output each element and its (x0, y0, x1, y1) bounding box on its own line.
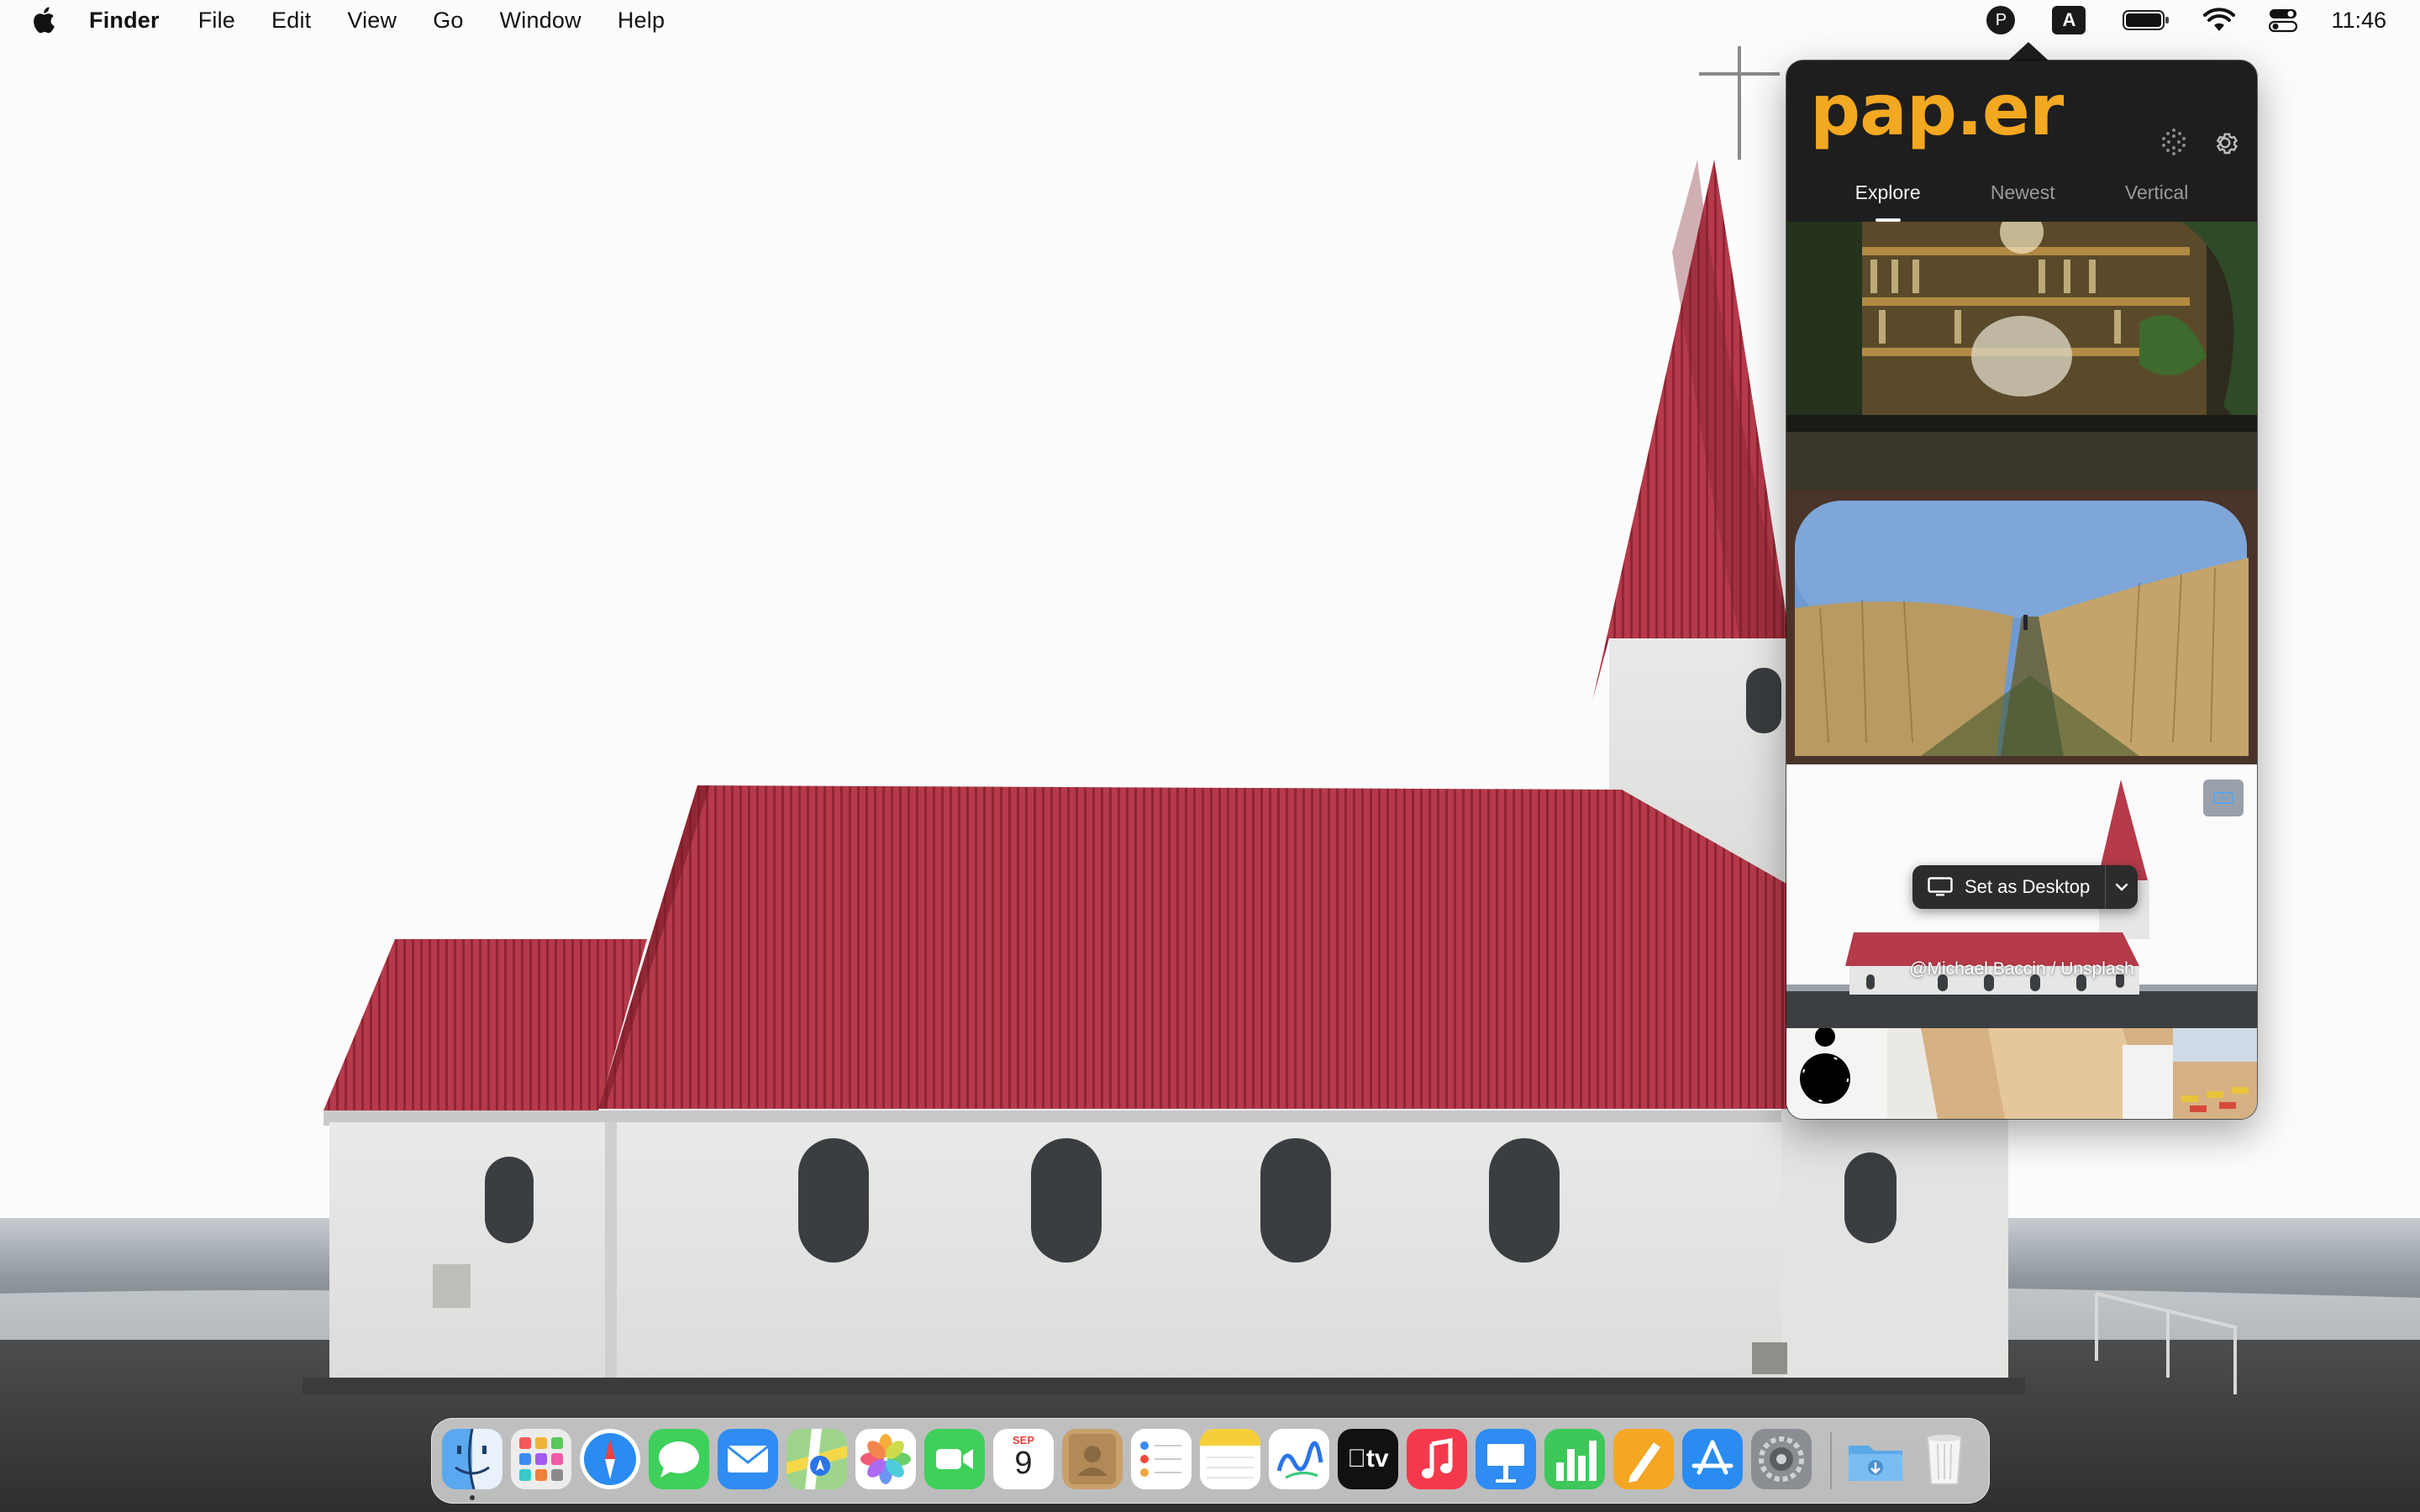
menu-view[interactable]: View (347, 8, 397, 34)
tab-explore[interactable]: Explore (1855, 178, 1921, 220)
set-as-desktop-button[interactable]: Set as Desktop (1912, 865, 2105, 909)
dock-notes[interactable] (1200, 1429, 1260, 1489)
dock-maps[interactable] (786, 1429, 847, 1489)
popover-arrow (2007, 42, 2050, 62)
calendar-day: 9 (1014, 1446, 1033, 1481)
photo-credit[interactable]: @Michael Baccin / Unsplash (1786, 959, 2257, 979)
dock-downloads-folder[interactable] (1845, 1429, 1906, 1489)
paper-popover: pap.er Explore Newest Vertical Set as De… (1786, 60, 2257, 1119)
dock-separator (1830, 1432, 1832, 1489)
menu-file[interactable]: File (198, 8, 235, 34)
control-center-icon[interactable] (2269, 8, 2298, 33)
input-source-letter: A (2062, 9, 2076, 30)
dock-pages[interactable] (1613, 1429, 1674, 1489)
dock-freeform[interactable] (1269, 1429, 1329, 1489)
settings-gear-icon[interactable] (2210, 128, 2240, 158)
monitor-icon (1928, 877, 1953, 896)
paper-status-icon[interactable]: P (1986, 6, 2016, 34)
dock-numbers[interactable] (1544, 1429, 1605, 1489)
dock-music[interactable] (1407, 1429, 1467, 1489)
menu-app-finder[interactable]: Finder (89, 8, 160, 34)
menu-edit[interactable]: Edit (271, 8, 311, 34)
paper-status-letter: P (1995, 10, 2007, 29)
dock-mail[interactable] (718, 1429, 778, 1489)
dock-system-settings[interactable] (1751, 1429, 1812, 1489)
dock-reminders[interactable] (1131, 1429, 1192, 1489)
grid-icon[interactable] (2160, 128, 2188, 156)
dock-safari[interactable] (580, 1429, 640, 1489)
tab-vertical[interactable]: Vertical (2125, 178, 2188, 220)
dock-trash[interactable] (1914, 1429, 1975, 1489)
running-indicator (470, 1495, 475, 1500)
wallpaper-thumbnail-church[interactable]: Set as Desktop @Michael Baccin / Unsplas… (1786, 764, 2257, 1028)
dock-facetime[interactable] (924, 1429, 985, 1489)
dock-app-store[interactable] (1682, 1429, 1743, 1489)
dock-calendar[interactable]: SEP 9 (993, 1429, 1054, 1489)
battery-icon[interactable] (2123, 8, 2170, 32)
input-source-icon[interactable]: A (2052, 6, 2086, 34)
wallpaper-thumbnail-reeds[interactable] (1786, 491, 2257, 764)
dock-keynote[interactable] (1476, 1429, 1536, 1489)
dock: SEP 9 tv (431, 1418, 1990, 1504)
lock-badge-icon[interactable] (2203, 780, 2244, 816)
chevron-down-icon (2115, 883, 2128, 891)
menu-go[interactable]: Go (433, 8, 463, 34)
set-as-desktop-control[interactable]: Set as Desktop (1912, 865, 2139, 909)
menu-window[interactable]: Window (500, 8, 581, 34)
menubar-clock[interactable]: 11:46 (2331, 8, 2386, 34)
loading-spinner-icon (1800, 1028, 1850, 1104)
dock-messages[interactable] (649, 1429, 709, 1489)
calendar-month: SEP (1012, 1434, 1034, 1446)
popover-tabs: Explore Newest Vertical (1786, 178, 2257, 220)
tab-newest[interactable]: Newest (1991, 178, 2055, 220)
menu-bar: Finder File Edit View Go Window Help P A (0, 0, 2420, 40)
set-as-desktop-label: Set as Desktop (1965, 876, 2091, 897)
wallpaper-thumbnail-bar[interactable] (1786, 222, 2257, 491)
dock-finder[interactable] (442, 1429, 502, 1489)
wifi-icon[interactable] (2203, 8, 2236, 33)
set-desktop-options-button[interactable] (2105, 865, 2138, 909)
dock-photos[interactable] (855, 1429, 916, 1489)
menu-help[interactable]: Help (618, 8, 665, 34)
dock-tv[interactable]: tv (1338, 1429, 1398, 1489)
apple-logo-icon[interactable] (30, 5, 60, 35)
paper-brand-logo: pap.er (1810, 69, 2064, 151)
dock-launchpad[interactable] (511, 1429, 571, 1489)
wallpaper-thumbnail-architecture[interactable] (1786, 1028, 2257, 1119)
dock-contacts[interactable] (1062, 1429, 1123, 1489)
tv-label: tv (1347, 1445, 1388, 1473)
